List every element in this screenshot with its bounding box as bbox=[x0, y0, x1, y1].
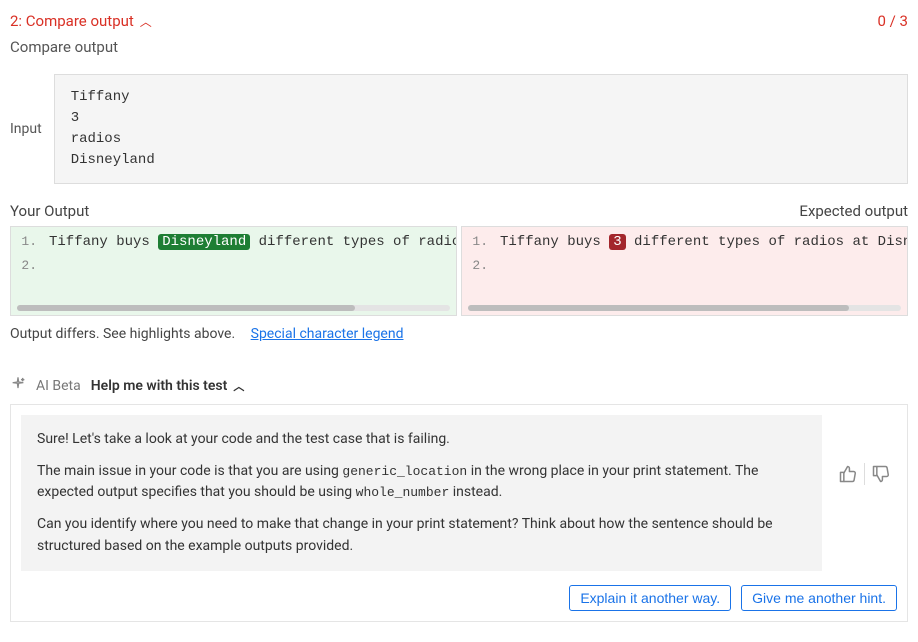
code-token: generic_location bbox=[342, 464, 467, 479]
ai-help-card: Sure! Let's take a look at your code and… bbox=[10, 404, 908, 622]
divider bbox=[864, 463, 865, 485]
diff-highlight-expected: 3 bbox=[609, 234, 625, 250]
chevron-up-icon: ︿ bbox=[233, 378, 244, 394]
expected-output-label: Expected output bbox=[799, 202, 908, 220]
explain-another-way-button[interactable]: Explain it another way. bbox=[569, 585, 731, 611]
your-output-pane: 1. Tiffany buys Disneyland different typ… bbox=[10, 226, 457, 316]
help-me-toggle[interactable]: Help me with this test ︿ bbox=[91, 378, 245, 394]
expected-output-pane: 1. Tiffany buys 3 different types of rad… bbox=[461, 226, 908, 316]
test-header-toggle[interactable]: 2: Compare output ︿ bbox=[10, 12, 152, 30]
code-token: whole_number bbox=[356, 485, 450, 500]
give-another-hint-button[interactable]: Give me another hint. bbox=[741, 585, 897, 611]
your-output-line1: Tiffany buys Disneyland different types … bbox=[49, 231, 457, 255]
expected-output-line1: Tiffany buys 3 different types of radios… bbox=[500, 231, 908, 255]
your-output-label: Your Output bbox=[10, 202, 89, 220]
test-score: 0 / 3 bbox=[878, 12, 909, 30]
scrollbar-track[interactable] bbox=[468, 305, 901, 311]
special-char-legend-link[interactable]: Special character legend bbox=[251, 326, 404, 342]
ai-response-text: Sure! Let's take a look at your code and… bbox=[21, 415, 822, 571]
input-label: Input bbox=[10, 121, 42, 137]
line-number: 2. bbox=[466, 255, 488, 277]
diff-highlight-yours: Disneyland bbox=[158, 234, 250, 250]
section-subtitle: Compare output bbox=[10, 38, 908, 56]
scrollbar-track[interactable] bbox=[17, 305, 450, 311]
line-number: 2. bbox=[15, 255, 37, 277]
line-number: 1. bbox=[15, 231, 37, 253]
test-title: 2: Compare output bbox=[10, 12, 134, 30]
scrollbar-thumb[interactable] bbox=[17, 305, 355, 311]
scrollbar-thumb[interactable] bbox=[468, 305, 849, 311]
thumbs-down-button[interactable] bbox=[871, 464, 891, 484]
output-differs-text: Output differs. See highlights above. bbox=[10, 326, 235, 342]
thumbs-up-button[interactable] bbox=[838, 464, 858, 484]
line-number: 1. bbox=[466, 231, 488, 253]
sparkle-icon bbox=[10, 376, 26, 396]
ai-beta-label: AI Beta bbox=[36, 378, 81, 394]
chevron-up-icon: ︿ bbox=[140, 13, 152, 30]
input-content: Tiffany 3 radios Disneyland bbox=[54, 74, 908, 184]
